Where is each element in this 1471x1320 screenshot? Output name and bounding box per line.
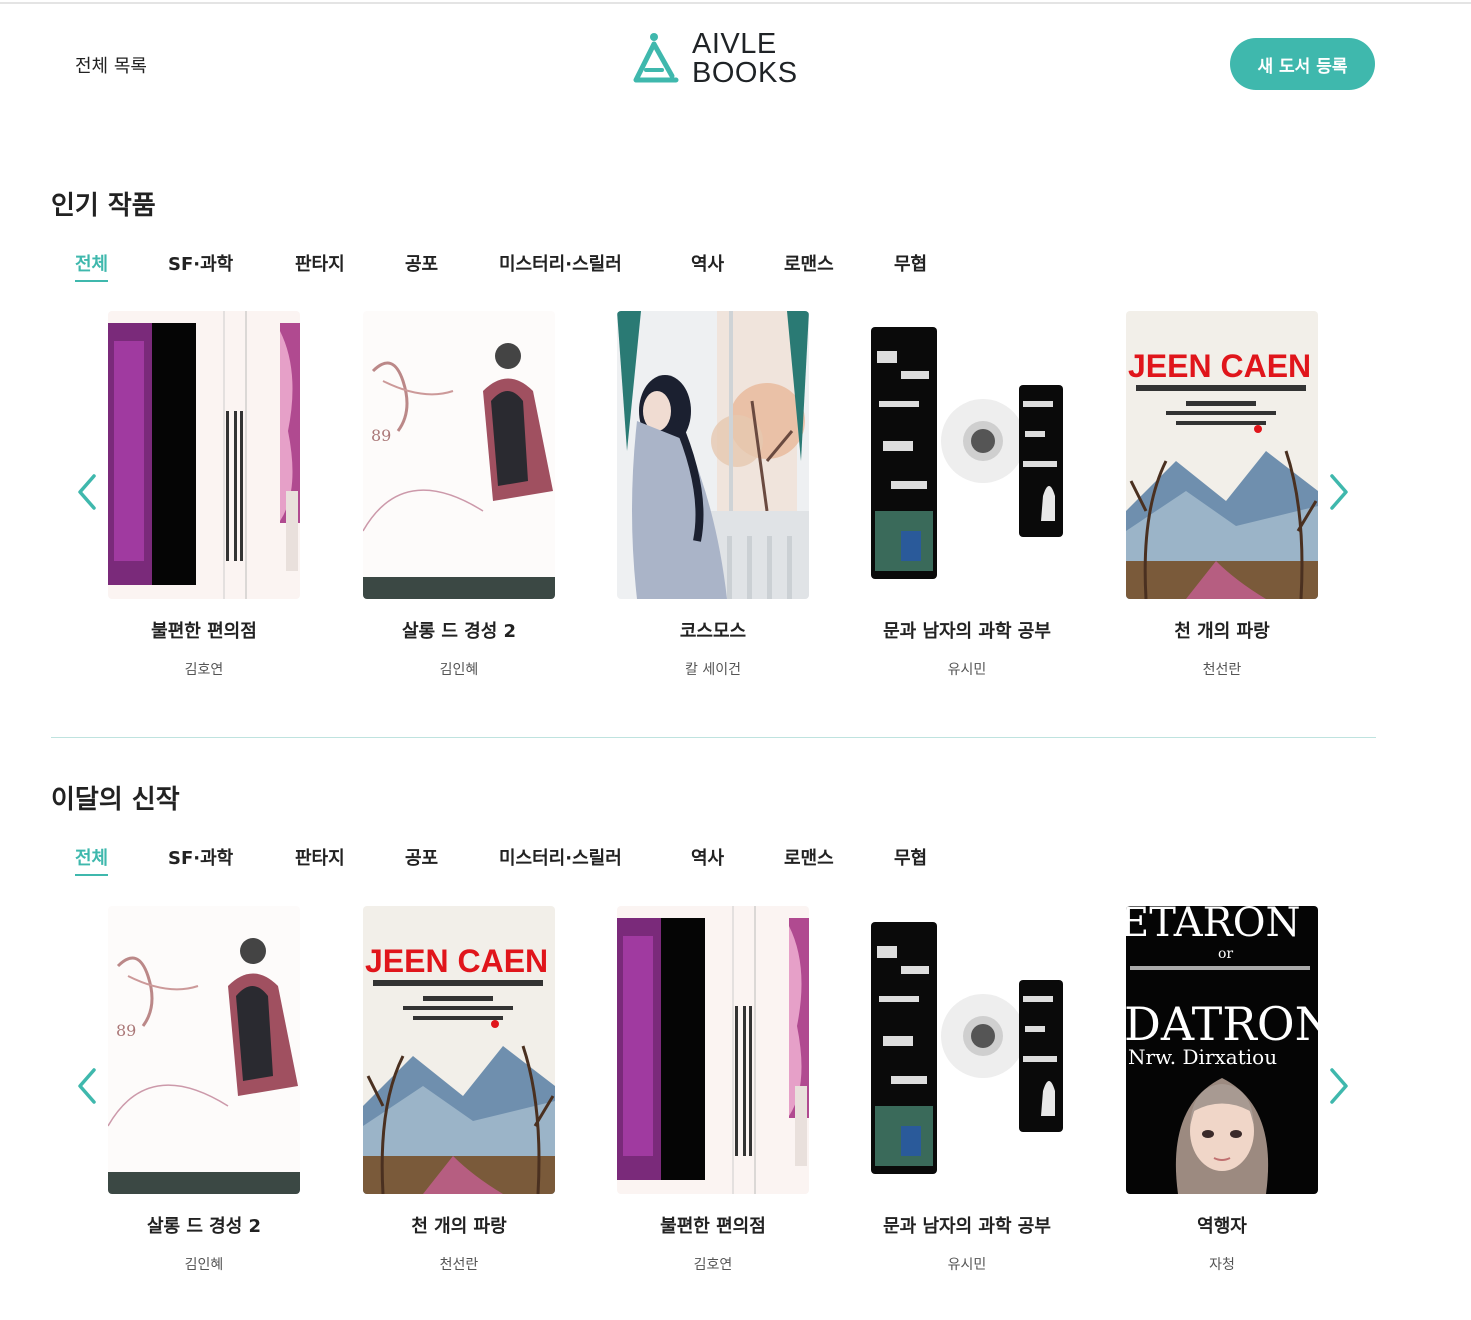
book-card[interactable]: 코스모스 칼 세이건 [617, 311, 809, 679]
book-title: 역행자 [1197, 1216, 1247, 1237]
book-author: 김호연 [184, 662, 224, 678]
tab-horror[interactable]: 공포 [405, 250, 438, 276]
logo-icon [633, 33, 679, 83]
tab-romance[interactable]: 로맨스 [784, 250, 834, 276]
book-author: 천선란 [1202, 662, 1242, 678]
logo-line-1: AIVLE [692, 28, 777, 60]
tab-mystery[interactable]: 미스터리·스릴러 [499, 250, 622, 276]
book-title: 천 개의 파랑 [1174, 621, 1270, 642]
cover-sub-text: Nrw. Dirxatiou [1128, 1045, 1277, 1069]
book-title: 살롱 드 경성 2 [146, 1216, 262, 1237]
tab-all[interactable]: 전체 [75, 844, 109, 876]
tab-fantasy[interactable]: 판타지 [295, 250, 345, 276]
tab-mystery[interactable]: 미스터리·스릴러 [499, 844, 622, 870]
tab-sf[interactable]: SF·과학 [168, 844, 233, 870]
book-card[interactable]: ETARON or DATRON Nrw. Dirxatiou 역행자 자청 [1126, 906, 1318, 1274]
svg-text:89: 89 [116, 1021, 136, 1040]
book-title: 문과 남자의 과학 공부 [883, 621, 1051, 642]
book-author: 김인혜 [184, 1257, 224, 1273]
new-book-button[interactable]: 새 도서 등록 [1230, 38, 1375, 90]
new-releases-prev-arrow[interactable] [72, 1062, 102, 1110]
book-author: 천선란 [439, 1257, 479, 1273]
book-title: 불편한 편의점 [151, 621, 257, 642]
tab-martial-arts[interactable]: 무협 [894, 250, 927, 276]
book-cover-image [617, 906, 809, 1194]
tab-history[interactable]: 역사 [691, 844, 724, 870]
chevron-left-icon [78, 1068, 96, 1104]
tab-horror[interactable]: 공포 [405, 844, 438, 870]
book-cover-image: 89 [363, 311, 555, 599]
book-card[interactable]: 문과 남자의 과학 공부 유시민 [871, 906, 1063, 1274]
book-author: 김호연 [693, 1257, 733, 1273]
book-title: 살롱 드 경성 2 [401, 621, 517, 642]
book-cover-image [871, 906, 1063, 1194]
book-cover-image: JEEN CAEN [363, 906, 555, 1194]
new-releases-next-arrow[interactable] [1324, 1062, 1354, 1110]
book-card[interactable]: 문과 남자의 과학 공부 유시민 [871, 311, 1063, 679]
cover-main-text: DATRON [1126, 997, 1318, 1051]
site-header: 전체 목록 AIVLE BOOKS 새 도서 등록 [0, 0, 1471, 130]
book-cover-image: 89 [108, 906, 300, 1194]
tab-history[interactable]: 역사 [691, 250, 724, 276]
cover-or-text: or [1218, 946, 1233, 962]
book-title: 불편한 편의점 [660, 1216, 766, 1237]
book-card[interactable]: 불편한 편의점 김호연 [108, 311, 300, 679]
book-author: 유시민 [947, 1257, 987, 1273]
section-divider [51, 737, 1376, 738]
book-card[interactable]: 89 살롱 드 경성 2 김인혜 [108, 906, 300, 1274]
chevron-right-icon [1330, 474, 1348, 510]
book-card[interactable]: JEEN CAEN 천 개의 파랑 천선란 [1126, 311, 1318, 679]
chevron-right-icon [1330, 1068, 1348, 1104]
book-cover-image [617, 311, 809, 599]
cover-title-text: JEEN CAEN [1128, 348, 1311, 384]
book-author: 칼 세이건 [685, 662, 741, 678]
book-cover-image: JEEN CAEN [1126, 311, 1318, 599]
popular-next-arrow[interactable] [1324, 468, 1354, 516]
tab-all[interactable]: 전체 [75, 250, 109, 282]
cover-title-text: JEEN CAEN [365, 943, 548, 979]
book-cover-image [871, 311, 1063, 599]
book-cover-image [108, 311, 300, 599]
book-card[interactable]: 불편한 편의점 김호연 [617, 906, 809, 1274]
cover-top-text: ETARON [1126, 906, 1301, 946]
nav-all-list-link[interactable]: 전체 목록 [75, 52, 147, 78]
tab-martial-arts[interactable]: 무협 [894, 844, 927, 870]
section-title: 인기 작품 [51, 191, 156, 221]
book-card[interactable]: JEEN CAEN 천 개의 파랑 천선란 [363, 906, 555, 1274]
popular-prev-arrow[interactable] [72, 468, 102, 516]
logo[interactable]: AIVLE BOOKS [632, 30, 798, 88]
svg-text:89: 89 [371, 426, 391, 445]
tab-fantasy[interactable]: 판타지 [295, 844, 345, 870]
book-cover-image: ETARON or DATRON Nrw. Dirxatiou [1126, 906, 1318, 1194]
logo-line-2: BOOKS [692, 57, 798, 89]
book-author: 유시민 [947, 662, 987, 678]
tab-sf[interactable]: SF·과학 [168, 250, 233, 276]
book-title: 천 개의 파랑 [411, 1216, 507, 1237]
book-title: 문과 남자의 과학 공부 [883, 1216, 1051, 1237]
book-author: 김인혜 [439, 662, 479, 678]
chevron-left-icon [78, 474, 96, 510]
book-card[interactable]: 89 살롱 드 경성 2 김인혜 [363, 311, 555, 679]
tab-romance[interactable]: 로맨스 [784, 844, 834, 870]
section-title: 이달의 신작 [51, 785, 180, 815]
book-title: 코스모스 [679, 621, 747, 642]
book-author: 자청 [1209, 1257, 1235, 1273]
